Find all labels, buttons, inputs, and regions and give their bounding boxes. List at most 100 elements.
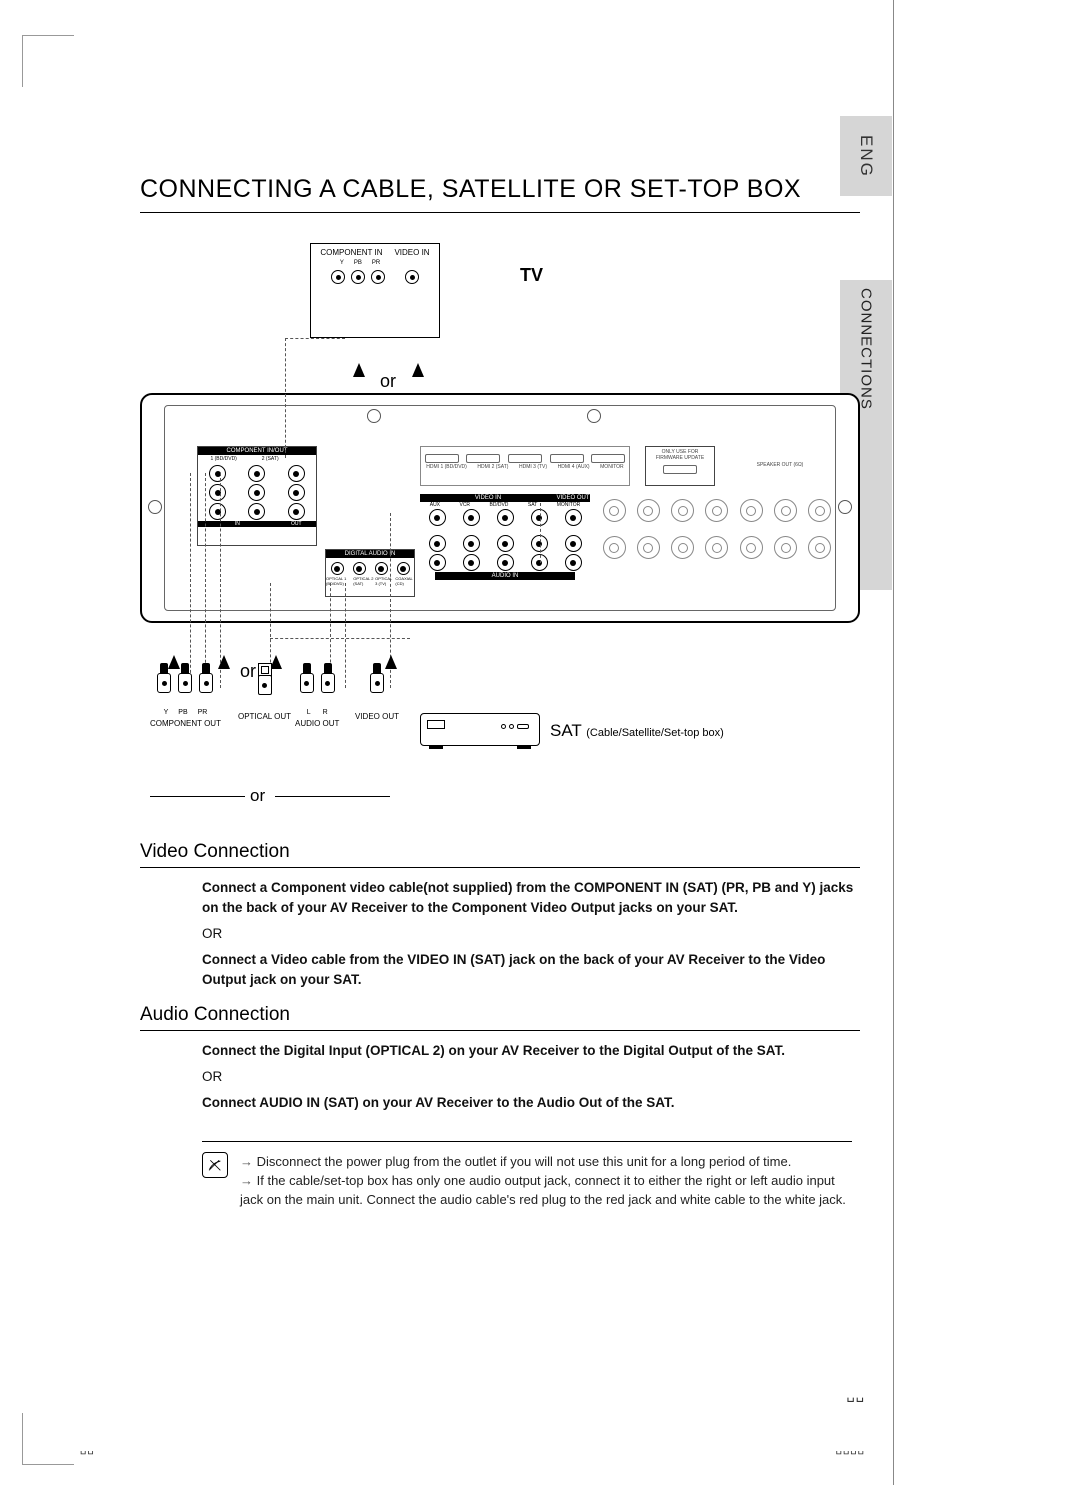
digital-audio-in-panel: DIGITAL AUDIO IN OPTICAL 1 (BD/DVD) OPTI…	[325, 549, 415, 597]
tv-component-in-label: COMPONENT IN	[320, 248, 382, 258]
coaxial-jack-icon	[397, 562, 410, 575]
rca-jack-icon	[288, 503, 305, 520]
vcol: MONITOR	[557, 502, 581, 508]
hdmi1-label: HDMI 1 (BD/DVD)	[426, 464, 467, 470]
note-block: Disconnect the power plug from the outle…	[202, 1152, 860, 1209]
rca-jack-icon	[531, 554, 548, 571]
optical-out-plug: OPTICAL OUT	[238, 663, 291, 722]
page-number: ␣␣	[846, 1387, 865, 1403]
wire-line	[345, 583, 346, 688]
content-column: CONNECTING A CABLE, SATELLITE OR SET-TOP…	[140, 175, 860, 1209]
rca-jack-icon	[209, 503, 226, 520]
firmware-panel: ONLY USE FOR FIRMWARE UPDATE	[645, 446, 715, 486]
arrow-up-icon	[412, 363, 424, 377]
crop-mark	[22, 35, 23, 87]
component-in-out-label: COMPONENT IN/OUT	[198, 447, 316, 455]
audio-p2: Connect AUDIO IN (SAT) on your AV Receiv…	[202, 1093, 860, 1113]
audio-in-label: AUDIO IN	[435, 572, 575, 580]
page: ENG CONNECTIONS CONNECTING A CABLE, SATE…	[0, 0, 1080, 1485]
speaker-out-label: SPEAKER OUT (6Ω)	[725, 462, 835, 468]
screw-icon	[148, 500, 162, 514]
audio-out-plugs: L R AUDIO OUT	[295, 663, 339, 729]
footer-left: ␣␣	[80, 1444, 95, 1455]
video-p2: Connect a Video cable from the VIDEO IN …	[202, 950, 860, 990]
rca-jack-icon	[429, 554, 446, 571]
page-title: CONNECTING A CABLE, SATELLITE OR SET-TOP…	[140, 175, 860, 213]
speaker-terminal-icon	[705, 536, 728, 559]
rca-jack-icon	[497, 535, 514, 552]
optical-jack-icon	[353, 562, 366, 575]
rca-jack-icon	[248, 503, 265, 520]
rca-jack-icon	[531, 535, 548, 552]
vcol: SAT	[528, 502, 537, 508]
video-out-label: VIDEO OUT	[556, 495, 590, 501]
hdmi-port-icon	[466, 454, 500, 463]
wire-line	[205, 473, 206, 688]
optical-plug-icon	[257, 663, 273, 709]
speaker-terminal-icon	[637, 536, 660, 559]
speaker-terminal-icon	[671, 536, 694, 559]
rca-jack-icon	[209, 484, 226, 501]
rca-jack-icon	[565, 554, 582, 571]
receiver-chassis: COMPONENT IN/OUT 1 (BD/DVD) 2 (SAT)	[164, 405, 836, 611]
rca-jack-icon	[565, 535, 582, 552]
section-tab-label: CONNECTIONS	[858, 288, 875, 410]
in-label: IN	[198, 521, 277, 527]
audio-connection-heading: Audio Connection	[140, 1004, 860, 1031]
ypbpr-pb: PB	[354, 260, 362, 266]
pin-y: Y	[164, 709, 169, 716]
footer-right: ␣␣␣␣	[836, 1444, 865, 1455]
arrow-up-icon	[353, 363, 365, 377]
audio-connection-body: Connect the Digital Input (OPTICAL 2) on…	[202, 1041, 860, 1113]
wire-line	[190, 473, 191, 688]
rca-jack-icon	[429, 535, 446, 552]
comp-2-label: 2 (SAT)	[262, 456, 279, 462]
sat-label-sub: (Cable/Satellite/Set-top box)	[586, 727, 724, 739]
ypbpr-y: Y	[340, 260, 344, 266]
pin-l: L	[307, 709, 311, 716]
pin-pb: PB	[178, 709, 187, 716]
or-label: or	[380, 371, 396, 392]
rca-plug-icon	[320, 663, 336, 709]
ypbpr-pr: PR	[372, 260, 380, 266]
component-out-plugs: Y PB PR COMPONENT OUT	[150, 663, 221, 729]
speaker-terminal-icon	[603, 536, 626, 559]
speaker-terminal-icon	[671, 499, 694, 522]
hdmi-port-icon	[425, 454, 459, 463]
optical-out-label: OPTICAL OUT	[238, 712, 291, 722]
tv-label: TV	[520, 265, 543, 286]
connection-diagram: COMPONENT IN VIDEO IN Y PB PR	[140, 243, 860, 823]
wire-line	[285, 338, 345, 339]
wire-line	[285, 338, 286, 458]
hdmi4-label: HDMI 4 (AUX)	[558, 464, 590, 470]
rca-jack-icon	[429, 509, 446, 526]
rca-plug-icon	[198, 663, 214, 709]
rca-jack-icon	[463, 535, 480, 552]
firmware-label: ONLY USE FOR FIRMWARE UPDATE	[646, 447, 714, 463]
pin-pr: PR	[198, 709, 208, 716]
or-label: or	[250, 786, 265, 806]
opt3-label: OPTICAL 3 (TV)	[375, 576, 395, 586]
component-out-label: COMPONENT OUT	[150, 719, 221, 729]
rca-jack-icon	[248, 484, 265, 501]
rca-jack-icon	[531, 509, 548, 526]
vcol: VCR	[459, 502, 470, 508]
rca-jack-icon	[351, 270, 365, 284]
speaker-terminal-icon	[808, 536, 831, 559]
crop-mark	[22, 35, 74, 55]
rca-jack-icon	[463, 509, 480, 526]
speaker-terminal-icon	[705, 499, 728, 522]
screw-icon	[838, 500, 852, 514]
audio-out-label: AUDIO OUT	[295, 719, 339, 729]
vcol: AUX	[430, 502, 440, 508]
coax-label: COAXIAL (CD)	[395, 576, 414, 586]
page-edge-line	[893, 0, 894, 1485]
sat-device-icon	[420, 713, 540, 746]
audio-p1: Connect the Digital Input (OPTICAL 2) on…	[202, 1041, 860, 1061]
video-p1: Connect a Component video cable(not supp…	[202, 878, 860, 918]
comp-1-label: 1 (BD/DVD)	[210, 456, 236, 462]
note-list: Disconnect the power plug from the outle…	[240, 1152, 860, 1209]
sat-label: SAT (Cable/Satellite/Set-top box)	[550, 721, 724, 741]
rca-jack-icon	[288, 465, 305, 482]
speaker-terminal-icon	[637, 499, 660, 522]
